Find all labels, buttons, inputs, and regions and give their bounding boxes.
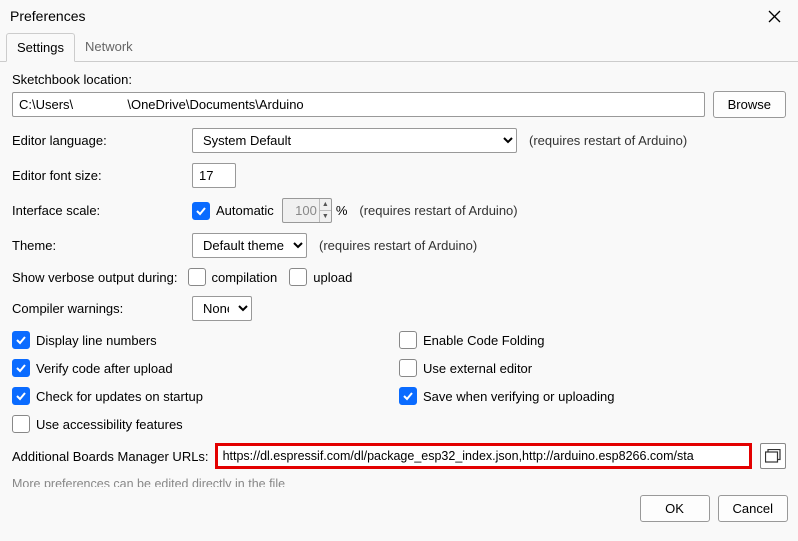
verbose-compilation-label: compilation <box>212 270 278 285</box>
external-editor-label: Use external editor <box>423 361 532 376</box>
language-select[interactable]: System Default <box>192 128 517 153</box>
checkbox-icon <box>289 268 307 286</box>
boards-urls-label: Additional Boards Manager URLs: <box>12 449 209 464</box>
cancel-button[interactable]: Cancel <box>718 495 788 522</box>
checkbox-icon <box>12 415 30 433</box>
sketchbook-label: Sketchbook location: <box>12 72 132 87</box>
close-icon <box>768 10 781 23</box>
line-numbers-checkbox[interactable]: Display line numbers <box>12 331 399 349</box>
checkbox-icon <box>188 268 206 286</box>
window-title: Preferences <box>10 8 85 24</box>
verbose-upload-checkbox[interactable]: upload <box>289 268 352 286</box>
expand-urls-button[interactable] <box>760 443 786 469</box>
accessibility-checkbox[interactable]: Use accessibility features <box>12 415 399 433</box>
language-label: Editor language: <box>12 133 192 148</box>
line-numbers-label: Display line numbers <box>36 333 157 348</box>
chevron-up-icon[interactable]: ▲ <box>319 199 331 211</box>
checkbox-icon <box>192 202 210 220</box>
chevron-down-icon[interactable]: ▼ <box>319 211 331 222</box>
close-button[interactable] <box>760 4 788 28</box>
boards-urls-input[interactable] <box>215 443 752 469</box>
code-folding-label: Enable Code Folding <box>423 333 544 348</box>
verify-upload-checkbox[interactable]: Verify code after upload <box>12 359 399 377</box>
scale-hint: (requires restart of Arduino) <box>359 203 517 218</box>
tab-network[interactable]: Network <box>75 33 143 62</box>
warnings-label: Compiler warnings: <box>12 301 192 316</box>
percent-label: % <box>336 203 348 218</box>
theme-label: Theme: <box>12 238 192 253</box>
theme-select[interactable]: Default theme <box>192 233 307 258</box>
check-updates-label: Check for updates on startup <box>36 389 203 404</box>
checkbox-icon <box>399 387 417 405</box>
browse-button[interactable]: Browse <box>713 91 786 118</box>
scale-auto-label: Automatic <box>216 203 274 218</box>
scale-spinner[interactable]: ▲ ▼ <box>319 199 331 222</box>
code-folding-checkbox[interactable]: Enable Code Folding <box>399 331 786 349</box>
fontsize-input[interactable] <box>192 163 236 188</box>
tab-settings[interactable]: Settings <box>6 33 75 62</box>
external-editor-checkbox[interactable]: Use external editor <box>399 359 786 377</box>
verbose-label: Show verbose output during: <box>12 270 178 285</box>
theme-hint: (requires restart of Arduino) <box>319 238 477 253</box>
accessibility-label: Use accessibility features <box>36 417 183 432</box>
scale-auto-checkbox[interactable]: Automatic <box>192 202 274 220</box>
language-hint: (requires restart of Arduino) <box>529 133 687 148</box>
save-verify-label: Save when verifying or uploading <box>423 389 615 404</box>
verbose-compilation-checkbox[interactable]: compilation <box>188 268 278 286</box>
tab-bar: Settings Network <box>0 32 798 62</box>
ok-button[interactable]: OK <box>640 495 710 522</box>
scale-label: Interface scale: <box>12 203 192 218</box>
verbose-upload-label: upload <box>313 270 352 285</box>
fontsize-label: Editor font size: <box>12 168 192 183</box>
checkbox-icon <box>12 387 30 405</box>
checkbox-icon <box>399 359 417 377</box>
checkbox-icon <box>12 359 30 377</box>
sketchbook-input[interactable] <box>12 92 705 117</box>
check-updates-checkbox[interactable]: Check for updates on startup <box>12 387 399 405</box>
checkbox-icon <box>12 331 30 349</box>
checkbox-icon <box>399 331 417 349</box>
verify-upload-label: Verify code after upload <box>36 361 173 376</box>
window-icon <box>765 449 781 463</box>
save-verify-checkbox[interactable]: Save when verifying or uploading <box>399 387 786 405</box>
warnings-select[interactable]: None <box>192 296 252 321</box>
